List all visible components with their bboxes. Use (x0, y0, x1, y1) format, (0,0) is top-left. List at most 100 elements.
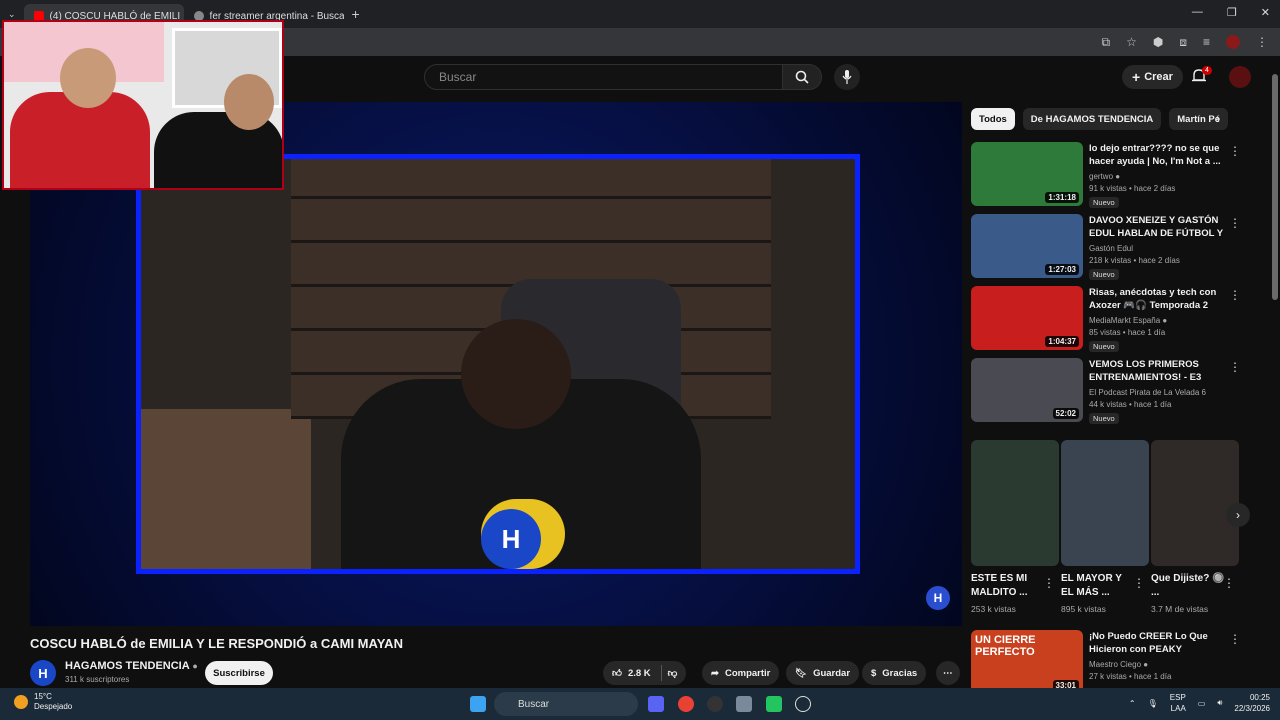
tab-list-icon[interactable]: ⌄ (8, 9, 16, 20)
kebab-menu-icon[interactable]: ⋮ (1229, 632, 1241, 646)
short-title[interactable]: EL MAYOR Y EL MÁS ... (1061, 572, 1135, 600)
volume-icon[interactable]: 🔊︎ (1217, 698, 1222, 708)
short-thumbnail[interactable] (1151, 440, 1239, 566)
channel-name[interactable]: El Podcast Pirata de La Velada 6 (1089, 388, 1206, 397)
thanks-button[interactable]: $ Gracias (862, 661, 927, 685)
recommended-video[interactable]: 1:27:03 DAVOO XENEIZE Y GASTÓN EDUL HABL… (971, 214, 1251, 280)
channel-name[interactable]: Gastón Edul (1089, 244, 1133, 253)
logitech-icon[interactable] (795, 696, 811, 712)
puzzle-icon[interactable]: ⧈ (1179, 35, 1187, 50)
video-thumbnail[interactable]: 52:02 (971, 358, 1083, 422)
share-button[interactable]: ➦ Compartir (702, 661, 780, 685)
recommended-video[interactable]: 52:02 VEMOS LOS PRIMEROS ENTRENAMIENTOS!… (971, 358, 1251, 424)
channel-name[interactable]: MediaMarkt España ● (1089, 316, 1167, 325)
page-scrollbar[interactable] (1270, 60, 1280, 688)
obs-icon[interactable] (707, 696, 723, 712)
recommended-video[interactable]: 1:04:37 Risas, anécdotas y tech con Axoz… (971, 286, 1251, 352)
video-title[interactable]: ¡No Puedo CREER Lo Que Hicieron con PEAK… (1089, 630, 1225, 658)
video-title[interactable]: VEMOS LOS PRIMEROS ENTRENAMIENTOS! - E3 (1089, 358, 1225, 386)
channel-name[interactable]: Maestro Ciego ● (1089, 660, 1148, 669)
sun-icon (14, 695, 28, 709)
create-button[interactable]: + Crear (1122, 65, 1183, 89)
more-actions-button[interactable]: ⋯ (936, 661, 960, 685)
weather-widget[interactable]: 15°C Despejado (14, 692, 72, 712)
windows-taskbar: 15°C Despejado Buscar ⌃ 🎙︎ ESP LAA ▭ 🔊︎ … (0, 688, 1280, 720)
channel-name[interactable]: HAGAMOS TENDENCIA ● (65, 660, 198, 672)
stream-frame: H (136, 154, 860, 574)
short-views: 895 k vistas (1061, 604, 1106, 614)
channel-watermark-icon[interactable]: H (926, 586, 950, 610)
clock[interactable]: 00:25 22/3/2026 (1234, 692, 1270, 714)
date: 22/3/2026 (1234, 704, 1270, 713)
app-icon[interactable] (766, 696, 782, 712)
kebab-menu-icon[interactable]: ⋮ (1229, 216, 1241, 230)
short-title[interactable]: ESTE ES MI MALDITO ... (971, 572, 1045, 600)
subscriber-count: 311 k suscriptores (65, 675, 130, 684)
user-avatar[interactable] (1229, 66, 1251, 88)
scrollbar-thumb[interactable] (1272, 74, 1278, 300)
filter-chips: Todos De HAGAMOS TENDENCIA Martín Pé (971, 108, 1229, 130)
mic-tray-icon[interactable]: 🎙︎ (1148, 699, 1158, 708)
kebab-menu-icon[interactable]: ⋮ (1043, 576, 1055, 590)
channel-name[interactable]: gertwo ● (1089, 172, 1120, 181)
media-icon[interactable]: ≡ (1203, 35, 1210, 49)
thumbs-down-icon[interactable]: 👎︎ (668, 667, 678, 679)
chip-all[interactable]: Todos (971, 108, 1015, 130)
like-button[interactable]: 👍︎ 2.8 K 👎︎ (603, 661, 687, 685)
chrome-icon[interactable] (678, 696, 694, 712)
new-tab-button[interactable]: + (352, 6, 360, 22)
chevron-up-icon[interactable]: ⌃ (1129, 699, 1136, 708)
shorts-next-button[interactable]: › (1226, 503, 1250, 527)
kebab-menu-icon[interactable]: ⋮ (1229, 288, 1241, 302)
search-input[interactable]: Buscar (424, 64, 784, 90)
language-indicator[interactable]: ESP LAA (1170, 692, 1186, 714)
install-icon[interactable]: ⧉ (1102, 35, 1111, 50)
close-window-button[interactable]: ✕ (1261, 6, 1270, 19)
channel-avatar[interactable]: H (30, 660, 56, 686)
shorts-shelf: ESTE ES MI MALDITO ... ⋮ 253 k vistas EL… (971, 440, 1241, 620)
bookmark-star-icon[interactable]: ☆ (1126, 35, 1137, 49)
weather-text: Despejado (34, 702, 73, 711)
discord-icon[interactable] (648, 696, 664, 712)
chevron-right-icon[interactable]: › (1216, 112, 1220, 126)
thanks-icon: $ (871, 667, 877, 679)
taskbar-search[interactable]: Buscar (494, 692, 638, 716)
video-title[interactable]: DAVOO XENEIZE Y GASTÓN EDUL HABLAN DE FÚ… (1089, 214, 1225, 242)
subscribe-button[interactable]: Suscribirse (205, 661, 273, 685)
kebab-menu-icon[interactable]: ⋮ (1229, 144, 1241, 158)
chip-channel[interactable]: De HAGAMOS TENDENCIA (1022, 108, 1162, 130)
time: 00:25 (1249, 693, 1270, 702)
short-thumbnail[interactable] (971, 440, 1059, 566)
settings-icon[interactable] (736, 696, 752, 712)
search-button[interactable] (782, 64, 822, 90)
video-title[interactable]: lo dejo entrar???? no se que hacer ayuda… (1089, 142, 1225, 170)
profile-icon[interactable] (1226, 35, 1240, 49)
short-title[interactable]: Que Dijiste? 🔘 ... (1151, 572, 1225, 600)
video-thumbnail[interactable]: UN CIERRE PERFECTO 33:01 (971, 630, 1083, 694)
kebab-menu-icon[interactable]: ⋮ (1223, 576, 1235, 590)
streamer-head (461, 319, 571, 429)
recommended-video[interactable]: UN CIERRE PERFECTO 33:01 ¡No Puedo CREER… (971, 630, 1251, 694)
extension-icon[interactable]: ⬢ (1153, 35, 1163, 49)
network-icon[interactable]: ▭ (1198, 699, 1206, 708)
video-title[interactable]: Risas, anécdotas y tech con Axozer 🎮🎧 Te… (1089, 286, 1225, 314)
video-thumbnail[interactable]: 1:04:37 (971, 286, 1083, 350)
save-button[interactable]: 🔖︎ Guardar (786, 661, 860, 685)
recommended-video[interactable]: 1:31:18 lo dejo entrar???? no se que hac… (971, 142, 1251, 208)
minimize-button[interactable]: — (1192, 6, 1203, 19)
duration: 1:04:37 (1045, 336, 1079, 347)
kebab-menu-icon[interactable]: ⋮ (1133, 576, 1145, 590)
kebab-menu-icon[interactable]: ⋮ (1229, 360, 1241, 374)
short-thumbnail[interactable] (1061, 440, 1149, 566)
plus-icon: + (1132, 69, 1141, 85)
menu-dots-icon[interactable]: ⋮ (1256, 35, 1268, 49)
thumbs-up-icon: 👍︎ (612, 668, 622, 679)
like-count: 2.8 K (627, 667, 651, 679)
start-icon[interactable] (470, 696, 486, 712)
video-title: COSCU HABLÓ de EMILIA Y LE RESPONDIÓ a C… (30, 636, 403, 651)
video-thumbnail[interactable]: 1:27:03 (971, 214, 1083, 278)
voice-search-button[interactable] (834, 64, 860, 90)
new-badge: Nuevo (1089, 341, 1119, 352)
maximize-button[interactable]: ❐ (1227, 6, 1237, 19)
video-thumbnail[interactable]: 1:31:18 (971, 142, 1083, 206)
